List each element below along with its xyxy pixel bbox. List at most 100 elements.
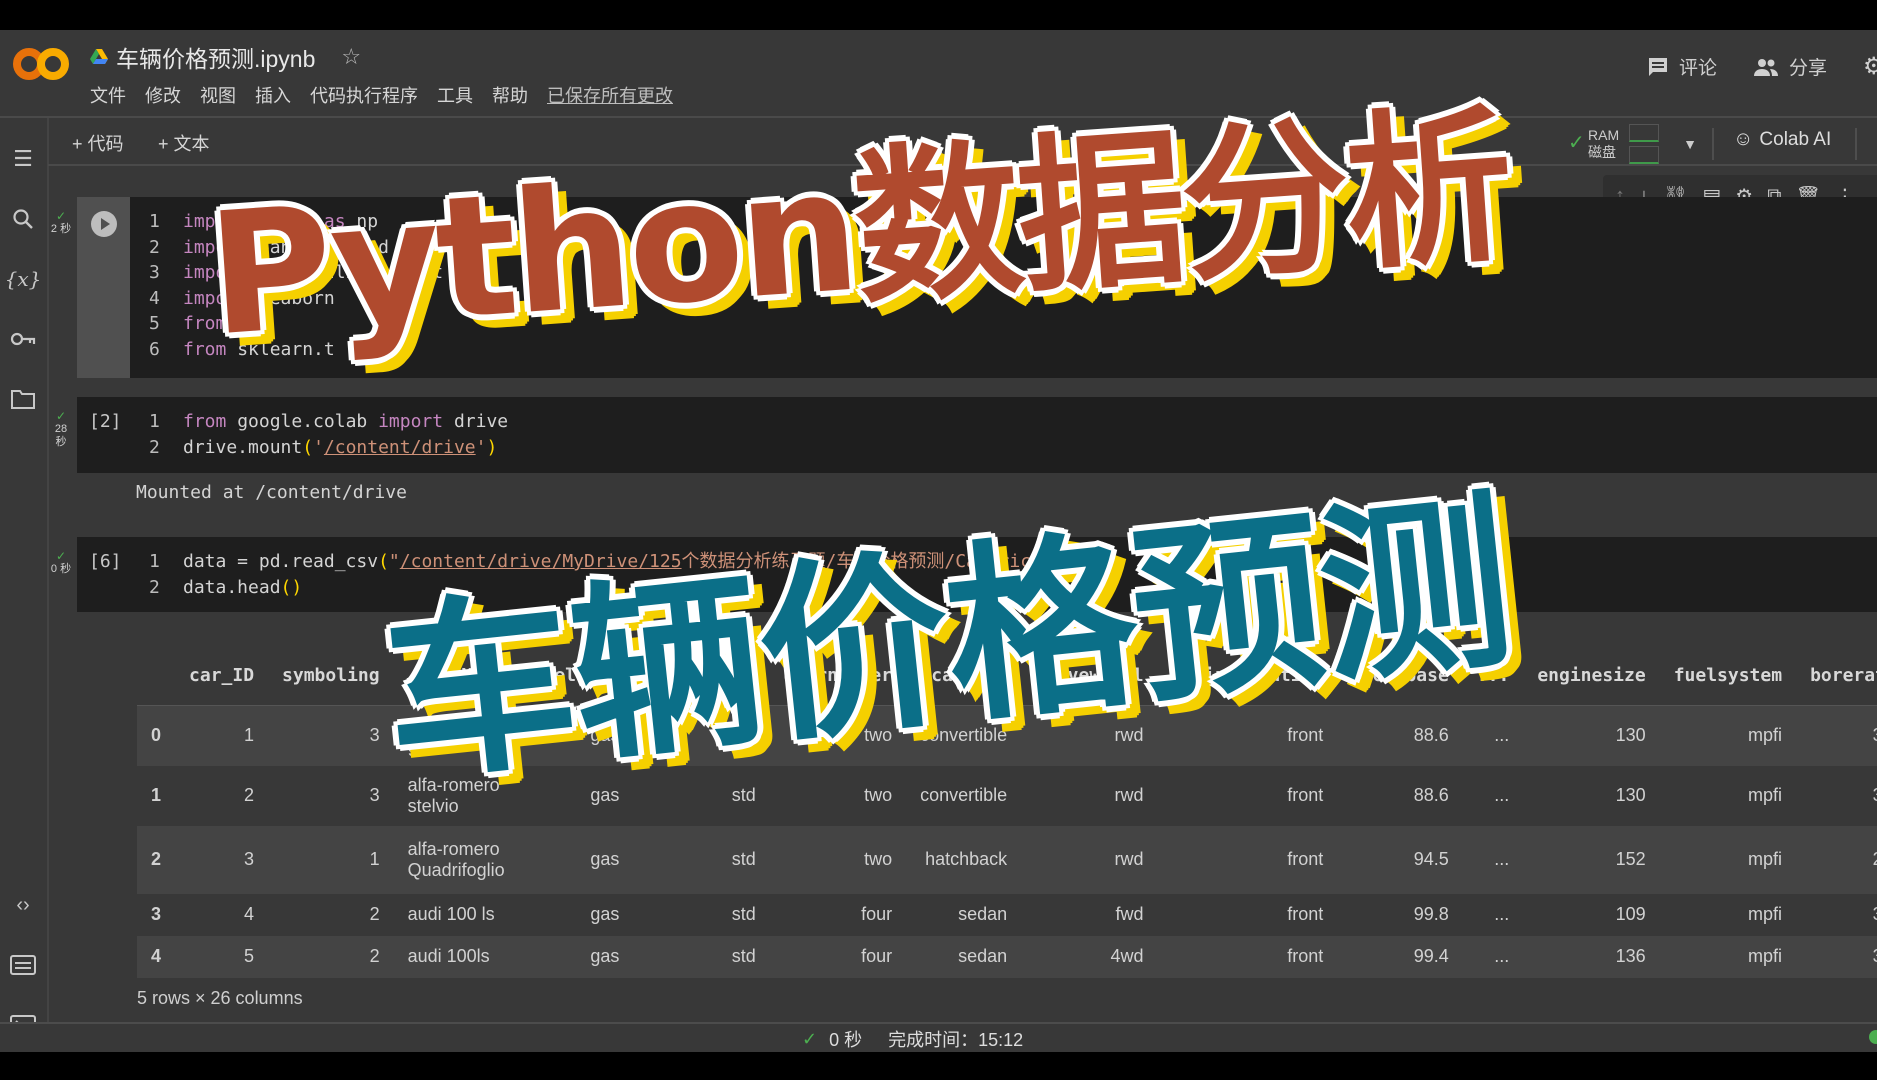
code-cell[interactable]: 1 import numpy as np 2 import pandas as pd…	[77, 197, 1877, 378]
table-header-row: car_ID symboling CarName fueltype aspiration…	[137, 645, 1877, 706]
column-header: drivewheel	[1021, 645, 1158, 706]
column-header: carbody	[906, 645, 1022, 706]
menu-help[interactable]: 帮助	[492, 82, 528, 108]
menu-view[interactable]: 视图	[200, 82, 236, 108]
code-editor[interactable]: 1 data = pd.read_csv("/content/drive/MyDr…	[149, 549, 1107, 600]
ram-label: RAM	[1588, 127, 1620, 143]
table-cell: gas	[518, 825, 634, 894]
share-button[interactable]: 分享	[1753, 53, 1827, 80]
table-cell: mpfi	[1659, 935, 1797, 978]
add-text-button[interactable]: + 文本	[158, 130, 210, 156]
table-cell: 94.5	[1337, 825, 1463, 894]
table-cell: 2	[268, 893, 394, 936]
table-cell: two	[769, 825, 907, 894]
code-snippets-icon[interactable]: ‹›	[8, 890, 38, 920]
table-cell: ...	[1462, 935, 1524, 978]
variables-icon[interactable]: {x}	[5, 264, 42, 294]
column-header: boreratio	[1796, 645, 1877, 706]
cell-gutter	[77, 197, 130, 378]
ram-usage-bar	[1629, 124, 1660, 142]
table-cell: gas	[518, 893, 634, 936]
table-cell: 3.19	[1796, 893, 1877, 936]
table-cell: 5	[175, 935, 269, 978]
table-cell: std	[633, 935, 770, 978]
column-header: car_ID	[175, 645, 269, 706]
row-index: 4	[137, 935, 176, 978]
code-cell[interactable]: [6] 1 data = pd.read_csv("/content/drive/…	[77, 537, 1877, 612]
cell-status: ✓ 28 秒	[54, 409, 68, 448]
settings-icon[interactable]: ⚙	[1863, 52, 1877, 81]
menu-insert[interactable]: 插入	[255, 82, 291, 108]
table-cell: 136	[1523, 935, 1660, 978]
code-editor[interactable]: 1 from google.colab import drive 2 drive.m…	[149, 409, 508, 460]
table-cell: std	[633, 765, 770, 826]
row-index: 3	[137, 893, 176, 936]
add-code-button[interactable]: + 代码	[72, 130, 124, 156]
menu-runtime[interactable]: 代码执行程序	[310, 82, 418, 108]
table-cell: mpfi	[1659, 893, 1797, 936]
table-cell: rwd	[1021, 825, 1158, 894]
column-header: fuelsystem	[1659, 645, 1797, 706]
search-icon[interactable]	[8, 204, 38, 234]
table-cell: 130	[1523, 765, 1660, 826]
table-cell: ...	[1462, 893, 1524, 936]
folder-icon[interactable]	[8, 384, 38, 414]
colab-logo[interactable]	[12, 44, 70, 84]
header: 车辆价格预测.ipynb ☆ 文件 修改 视图 插入 代码执行程序 工具 帮助 …	[0, 30, 1877, 118]
code-editor[interactable]: 1 import numpy as np 2 import pandas as pd…	[149, 209, 443, 362]
cell-output: Mounted at /content/drive	[136, 482, 407, 503]
comment-label: 评论	[1678, 58, 1717, 79]
share-label: 分享	[1788, 58, 1827, 79]
table-cell: 1	[268, 825, 394, 894]
table-cell: ...	[1462, 765, 1524, 826]
table-cell: 4	[175, 893, 269, 936]
table-cell: gas	[518, 935, 634, 978]
column-header: symboling	[268, 645, 394, 706]
column-header: enginelocation	[1157, 645, 1338, 706]
table-cell: 152	[1523, 825, 1660, 894]
table-cell: ...	[1462, 705, 1524, 766]
table-row: 0 1 3 alfa-romero giulia gas std two convertibl…	[137, 705, 1877, 766]
table-cell: four	[769, 935, 907, 978]
divider	[1712, 128, 1714, 160]
column-header: aspiration	[633, 645, 770, 706]
column-header: doornumber	[769, 645, 907, 706]
table-cell: 99.8	[1337, 893, 1463, 936]
menu-tools[interactable]: 工具	[437, 82, 473, 108]
table-cell: 3.47	[1796, 765, 1877, 826]
menu-edit[interactable]: 修改	[145, 82, 181, 108]
left-sidebar: ☰ {x} ‹›	[0, 118, 49, 1050]
save-status-link[interactable]: 已保存所有更改	[547, 82, 673, 108]
notebook-title[interactable]: 车辆价格预测.ipynb	[116, 40, 315, 74]
run-cell-button[interactable]	[90, 210, 118, 238]
table-cell: hatchback	[906, 825, 1022, 894]
table-cell: 3	[175, 825, 269, 894]
row-index: 0	[137, 705, 176, 766]
success-check-icon: ✓	[802, 1028, 818, 1049]
table-cell: 99.4	[1337, 935, 1463, 978]
column-header: wheelbase	[1337, 645, 1463, 706]
dataframe-table: car_ID symboling CarName fueltype aspiration…	[137, 645, 1877, 978]
table-cell: audi 100ls	[393, 935, 519, 978]
table-cell: alfa-romero Quadrifoglio	[393, 825, 519, 894]
table-of-contents-icon[interactable]: ☰	[8, 144, 38, 174]
star-icon[interactable]: ☆	[341, 44, 361, 70]
colab-app: 车辆价格预测.ipynb ☆ 文件 修改 视图 插入 代码执行程序 工具 帮助 …	[0, 30, 1877, 1052]
table-cell: four	[769, 893, 907, 936]
table-cell: ...	[1462, 825, 1524, 894]
key-icon[interactable]	[8, 324, 38, 354]
runtime-dropdown-icon[interactable]: ▼	[1683, 136, 1697, 152]
table-cell: 4wd	[1021, 935, 1158, 978]
comment-icon	[1648, 57, 1667, 76]
resource-monitor[interactable]: RAM 磁盘 ▼	[1588, 124, 1697, 164]
completion-time: 完成时间：15:12	[888, 1030, 1024, 1050]
google-drive-icon[interactable]	[90, 49, 108, 65]
table-cell: std	[633, 893, 770, 936]
table-cell: fwd	[1021, 893, 1158, 936]
comment-button[interactable]: 评论	[1647, 53, 1717, 80]
menu-file[interactable]: 文件	[90, 82, 126, 108]
command-palette-icon[interactable]	[8, 950, 38, 980]
colab-ai-button[interactable]: ☺ Colab AI	[1733, 128, 1831, 151]
code-cell[interactable]: [2] 1 from google.colab import drive 2 dri…	[77, 397, 1877, 473]
table-cell: alfa-romero stelvio	[393, 765, 519, 826]
